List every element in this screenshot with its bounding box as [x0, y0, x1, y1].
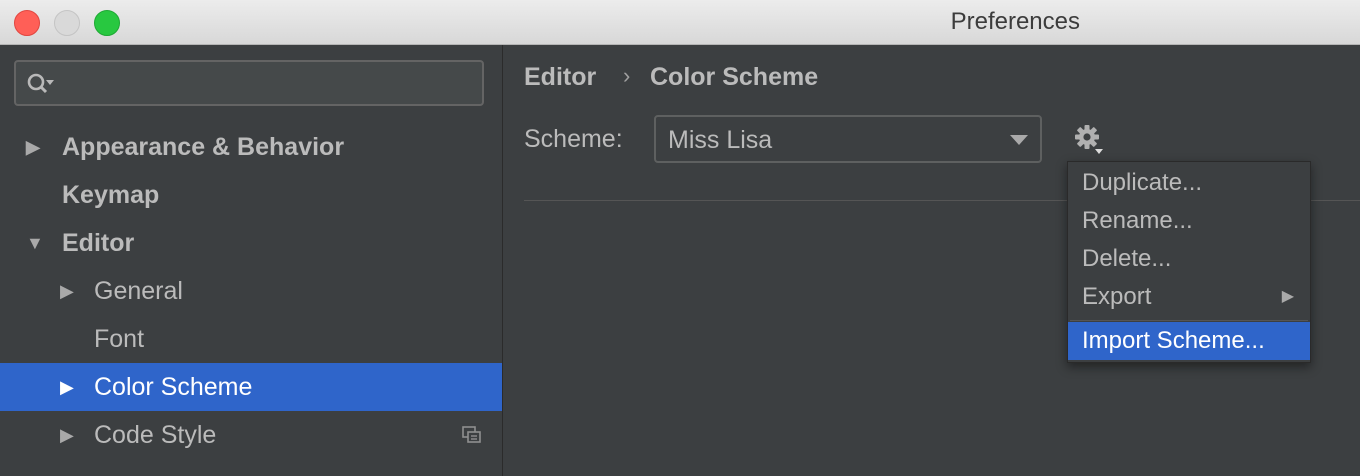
menu-item-label: Export — [1082, 283, 1152, 310]
sidebar-item-font[interactable]: Font — [0, 315, 502, 363]
sidebar-item-label: Keymap — [62, 181, 160, 209]
settings-sidebar: ▶ Appearance & Behavior Keymap ▼ Editor … — [0, 45, 503, 476]
scheme-label: Scheme: — [524, 125, 623, 153]
breadcrumb-editor[interactable]: Editor — [524, 63, 596, 92]
expand-arrow-icon[interactable]: ▶ — [60, 411, 74, 459]
title-bar: Preferences — [0, 0, 1360, 45]
sidebar-item-label: Font — [94, 325, 145, 353]
sidebar-item-color-scheme[interactable]: ▶ Color Scheme — [0, 363, 502, 411]
sidebar-item-label: Code Style — [94, 421, 217, 449]
menu-separator — [1070, 320, 1308, 321]
scheme-dropdown[interactable]: Miss Lisa — [654, 115, 1042, 163]
sidebar-item-editor[interactable]: ▼ Editor — [0, 219, 502, 267]
expand-arrow-icon[interactable]: ▶ — [60, 363, 74, 411]
sidebar-item-code-style[interactable]: ▶ Code Style — [0, 411, 502, 459]
project-scope-icon — [462, 426, 481, 443]
gear-icon[interactable] — [1073, 123, 1107, 157]
menu-item-rename[interactable]: Rename... — [1068, 202, 1310, 240]
breadcrumb-color-scheme: Color Scheme — [650, 63, 819, 91]
breadcrumb-separator: › — [623, 63, 631, 88]
submenu-arrow-icon: ▶ — [1281, 288, 1294, 305]
menu-item-export[interactable]: Export ▶ — [1068, 278, 1310, 316]
scheme-actions-menu: Duplicate... Rename... Delete... Export … — [1067, 161, 1311, 363]
expand-arrow-icon[interactable]: ▶ — [60, 267, 74, 315]
sidebar-item-appearance-behavior[interactable]: ▶ Appearance & Behavior — [0, 123, 502, 171]
search-field[interactable] — [14, 60, 484, 106]
menu-item-duplicate[interactable]: Duplicate... — [1068, 164, 1310, 202]
sidebar-item-label: Appearance & Behavior — [62, 133, 345, 161]
settings-content: Editor › Color Scheme Scheme: Miss Lisa … — [503, 45, 1360, 476]
sidebar-item-label: General — [94, 277, 183, 305]
chevron-down-icon — [1010, 135, 1028, 145]
expand-arrow-icon[interactable]: ▶ — [26, 123, 40, 171]
menu-item-import-scheme[interactable]: Import Scheme... — [1068, 322, 1310, 360]
menu-item-delete[interactable]: Delete... — [1068, 240, 1310, 278]
scheme-dropdown-value: Miss Lisa — [668, 126, 773, 154]
sidebar-item-label: Color Scheme — [94, 373, 253, 401]
sidebar-item-general[interactable]: ▶ General — [0, 267, 502, 315]
search-icon[interactable] — [26, 71, 54, 97]
window-title: Preferences — [950, 8, 1080, 35]
collapse-arrow-icon[interactable]: ▼ — [26, 219, 44, 267]
sidebar-item-label: Editor — [62, 229, 135, 257]
sidebar-item-keymap[interactable]: Keymap — [0, 171, 502, 219]
